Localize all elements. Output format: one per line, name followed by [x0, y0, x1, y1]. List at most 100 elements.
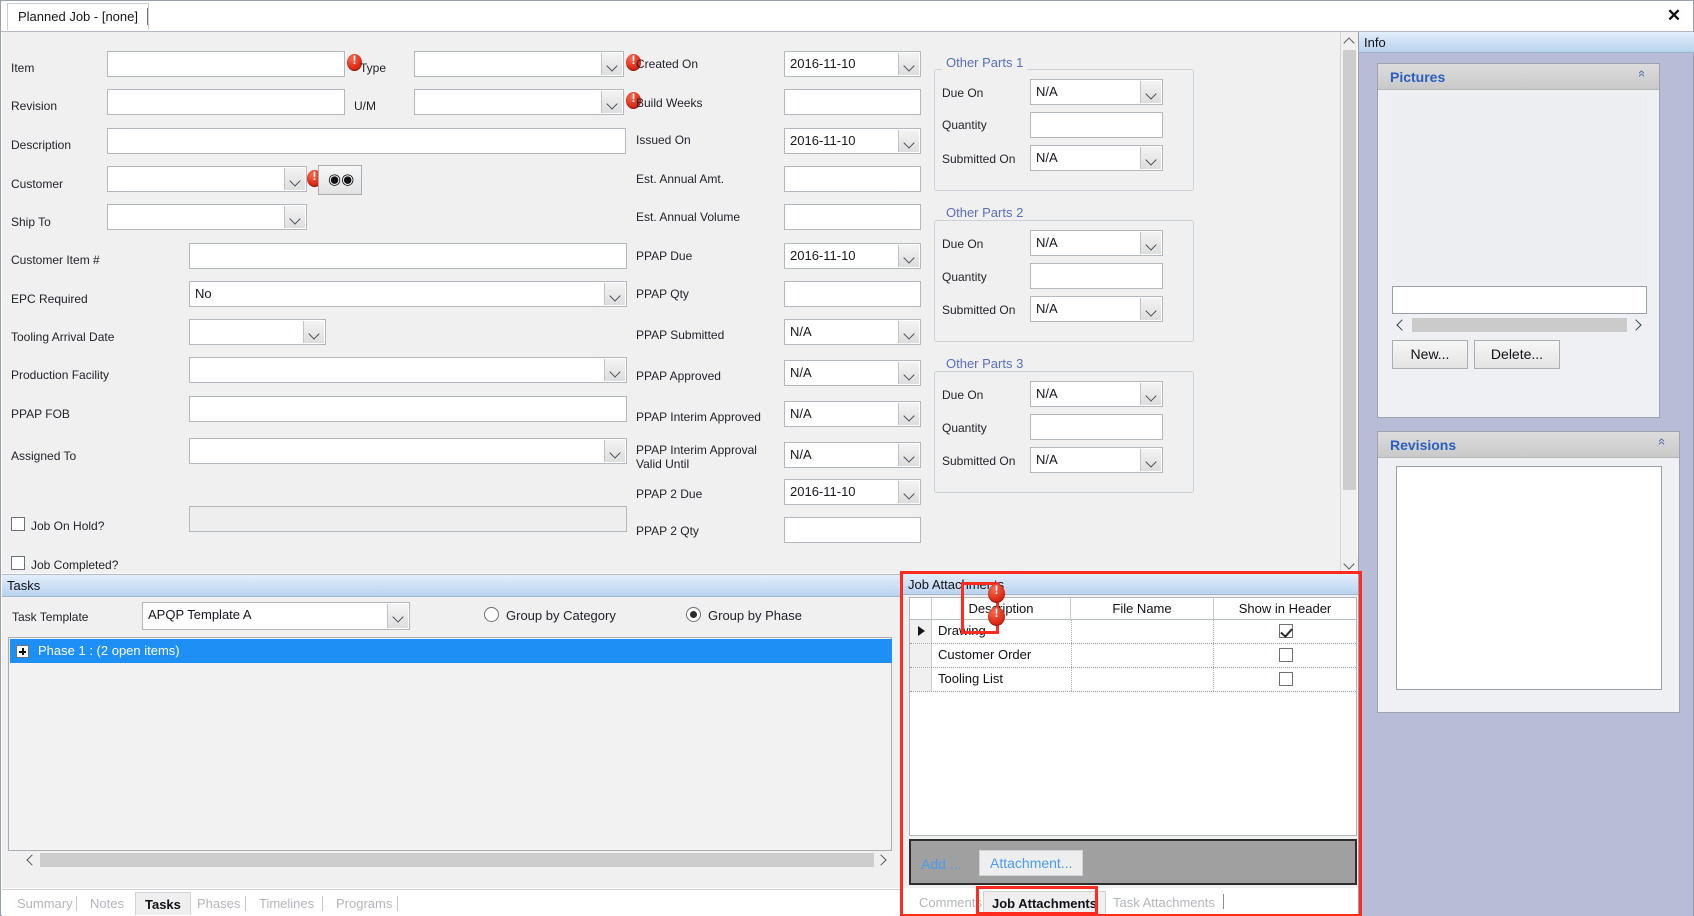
form-vertical-scrollbar[interactable] [1340, 32, 1358, 573]
tree-row-phase-1[interactable]: Phase 1 : (2 open items) [10, 639, 892, 663]
ppap-submitted-combo[interactable]: N/A [784, 319, 921, 345]
chevron-down-icon[interactable] [898, 444, 919, 466]
op3-submitted-on-combo[interactable]: N/A [1030, 447, 1163, 473]
um-combo[interactable] [414, 89, 624, 115]
row-selector[interactable] [910, 668, 932, 691]
ppap-approved-combo[interactable]: N/A [784, 360, 921, 386]
op3-quantity-input[interactable] [1030, 414, 1163, 440]
chevron-down-icon[interactable] [898, 362, 919, 384]
type-combo[interactable] [414, 51, 624, 77]
chevron-down-icon[interactable] [898, 481, 919, 503]
row-file-name-cell[interactable] [1071, 620, 1214, 643]
ppap-2-due-combo[interactable]: 2016-11-10 [784, 479, 921, 505]
chevron-up-icon[interactable] [1655, 440, 1669, 451]
expand-icon[interactable] [16, 645, 29, 658]
grid-header-file-name[interactable]: File Name [1071, 598, 1214, 619]
row-show-in-header-cell[interactable] [1214, 620, 1356, 643]
row-show-in-header-cell[interactable] [1214, 668, 1356, 691]
epc-required-combo[interactable]: No [189, 281, 627, 307]
tab-phases[interactable]: Phases [188, 892, 249, 915]
chevron-down-icon[interactable] [1140, 147, 1161, 169]
chevron-down-icon[interactable] [303, 321, 324, 343]
scroll-up-icon[interactable] [1341, 32, 1358, 49]
radio-group-by-category[interactable] [484, 607, 499, 622]
tasks-horizontal-scrollbar[interactable] [8, 851, 892, 869]
chevron-down-icon[interactable] [898, 403, 919, 425]
chevron-down-icon[interactable] [1140, 449, 1161, 471]
revision-input[interactable] [107, 89, 345, 115]
revisions-list[interactable] [1396, 466, 1662, 690]
picture-filename-input[interactable] [1392, 286, 1647, 314]
op3-due-on-combo[interactable]: N/A [1030, 381, 1163, 407]
chevron-down-icon[interactable] [604, 359, 625, 381]
customer-lookup-button[interactable]: ◉◉ [318, 165, 362, 195]
customer-item-no-input[interactable] [189, 243, 627, 269]
op2-quantity-input[interactable] [1030, 263, 1163, 289]
show-in-header-checkbox[interactable] [1279, 648, 1293, 662]
close-icon[interactable]: ✕ [1663, 5, 1685, 27]
chevron-down-icon[interactable] [604, 440, 625, 462]
chevron-down-icon[interactable] [898, 245, 919, 267]
est-annual-amt-input[interactable] [784, 166, 921, 192]
tab-tasks[interactable]: Tasks [135, 892, 191, 915]
document-tab-planned-job[interactable]: Planned Job - [none] [7, 3, 149, 30]
attachment-button[interactable]: Attachment... [979, 850, 1084, 876]
scroll-left-icon[interactable] [22, 851, 40, 869]
table-row[interactable]: Tooling List [910, 668, 1356, 692]
chevron-down-icon[interactable] [898, 130, 919, 152]
op1-due-on-combo[interactable]: N/A [1030, 79, 1163, 105]
ppap-fob-input[interactable] [189, 396, 627, 422]
scrollbar-track[interactable] [40, 853, 874, 867]
scrollbar-track[interactable] [1412, 318, 1627, 332]
tab-programs[interactable]: Programs [327, 892, 401, 915]
tasks-tree[interactable]: Phase 1 : (2 open items) [8, 637, 892, 851]
chevron-down-icon[interactable] [387, 604, 408, 628]
tab-timelines[interactable]: Timelines [250, 892, 323, 915]
chevron-down-icon[interactable] [898, 321, 919, 343]
chevron-down-icon[interactable] [284, 206, 305, 228]
op1-quantity-input[interactable] [1030, 112, 1163, 138]
chevron-up-icon[interactable] [1635, 72, 1649, 83]
ppap-interim-valid-until-combo[interactable]: N/A [784, 442, 921, 468]
description-input[interactable] [107, 128, 626, 154]
row-selector[interactable] [910, 620, 932, 643]
chevron-down-icon[interactable] [898, 53, 919, 75]
tooling-arrival-date-combo[interactable] [189, 319, 326, 345]
pictures-card-header[interactable]: Pictures [1378, 64, 1659, 90]
new-picture-button[interactable]: New... [1392, 340, 1468, 369]
row-file-name-cell[interactable] [1071, 644, 1214, 667]
delete-picture-button[interactable]: Delete... [1474, 340, 1560, 369]
scroll-right-icon[interactable] [1629, 316, 1647, 334]
chevron-down-icon[interactable] [1140, 383, 1161, 405]
production-facility-combo[interactable] [189, 357, 627, 383]
customer-combo[interactable] [107, 166, 307, 192]
revisions-card-header[interactable]: Revisions [1378, 432, 1679, 458]
tab-summary[interactable]: Summary [8, 892, 82, 915]
task-template-combo[interactable]: APQP Template A [142, 602, 410, 630]
chevron-down-icon[interactable] [601, 53, 622, 75]
chevron-down-icon[interactable] [1140, 298, 1161, 320]
table-row[interactable]: Customer Order [910, 644, 1356, 668]
tab-task-attachments[interactable]: Task Attachments [1105, 891, 1223, 914]
item-input[interactable] [107, 51, 345, 77]
assigned-to-combo[interactable] [189, 438, 627, 464]
job-completed-checkbox[interactable] [11, 556, 25, 570]
chevron-down-icon[interactable] [284, 168, 305, 190]
tab-notes[interactable]: Notes [81, 892, 133, 915]
job-on-hold-checkbox[interactable] [11, 517, 25, 531]
pictures-horizontal-scrollbar[interactable] [1392, 316, 1647, 334]
chevron-down-icon[interactable] [1140, 81, 1161, 103]
row-show-in-header-cell[interactable] [1214, 644, 1356, 667]
radio-group-by-phase[interactable] [686, 607, 701, 622]
chevron-down-icon[interactable] [1140, 232, 1161, 254]
ppap-2-qty-input[interactable] [784, 517, 921, 543]
grid-header-show-in-header[interactable]: Show in Header [1214, 598, 1356, 619]
scrollbar-thumb[interactable] [1343, 50, 1356, 490]
show-in-header-checkbox[interactable] [1279, 672, 1293, 686]
ppap-interim-approved-combo[interactable]: N/A [784, 401, 921, 427]
created-on-combo[interactable]: 2016-11-10 [784, 51, 921, 77]
issued-on-combo[interactable]: 2016-11-10 [784, 128, 921, 154]
show-in-header-checkbox[interactable] [1279, 624, 1293, 638]
add-label[interactable]: Add ... [921, 856, 961, 872]
row-selector[interactable] [910, 644, 932, 667]
